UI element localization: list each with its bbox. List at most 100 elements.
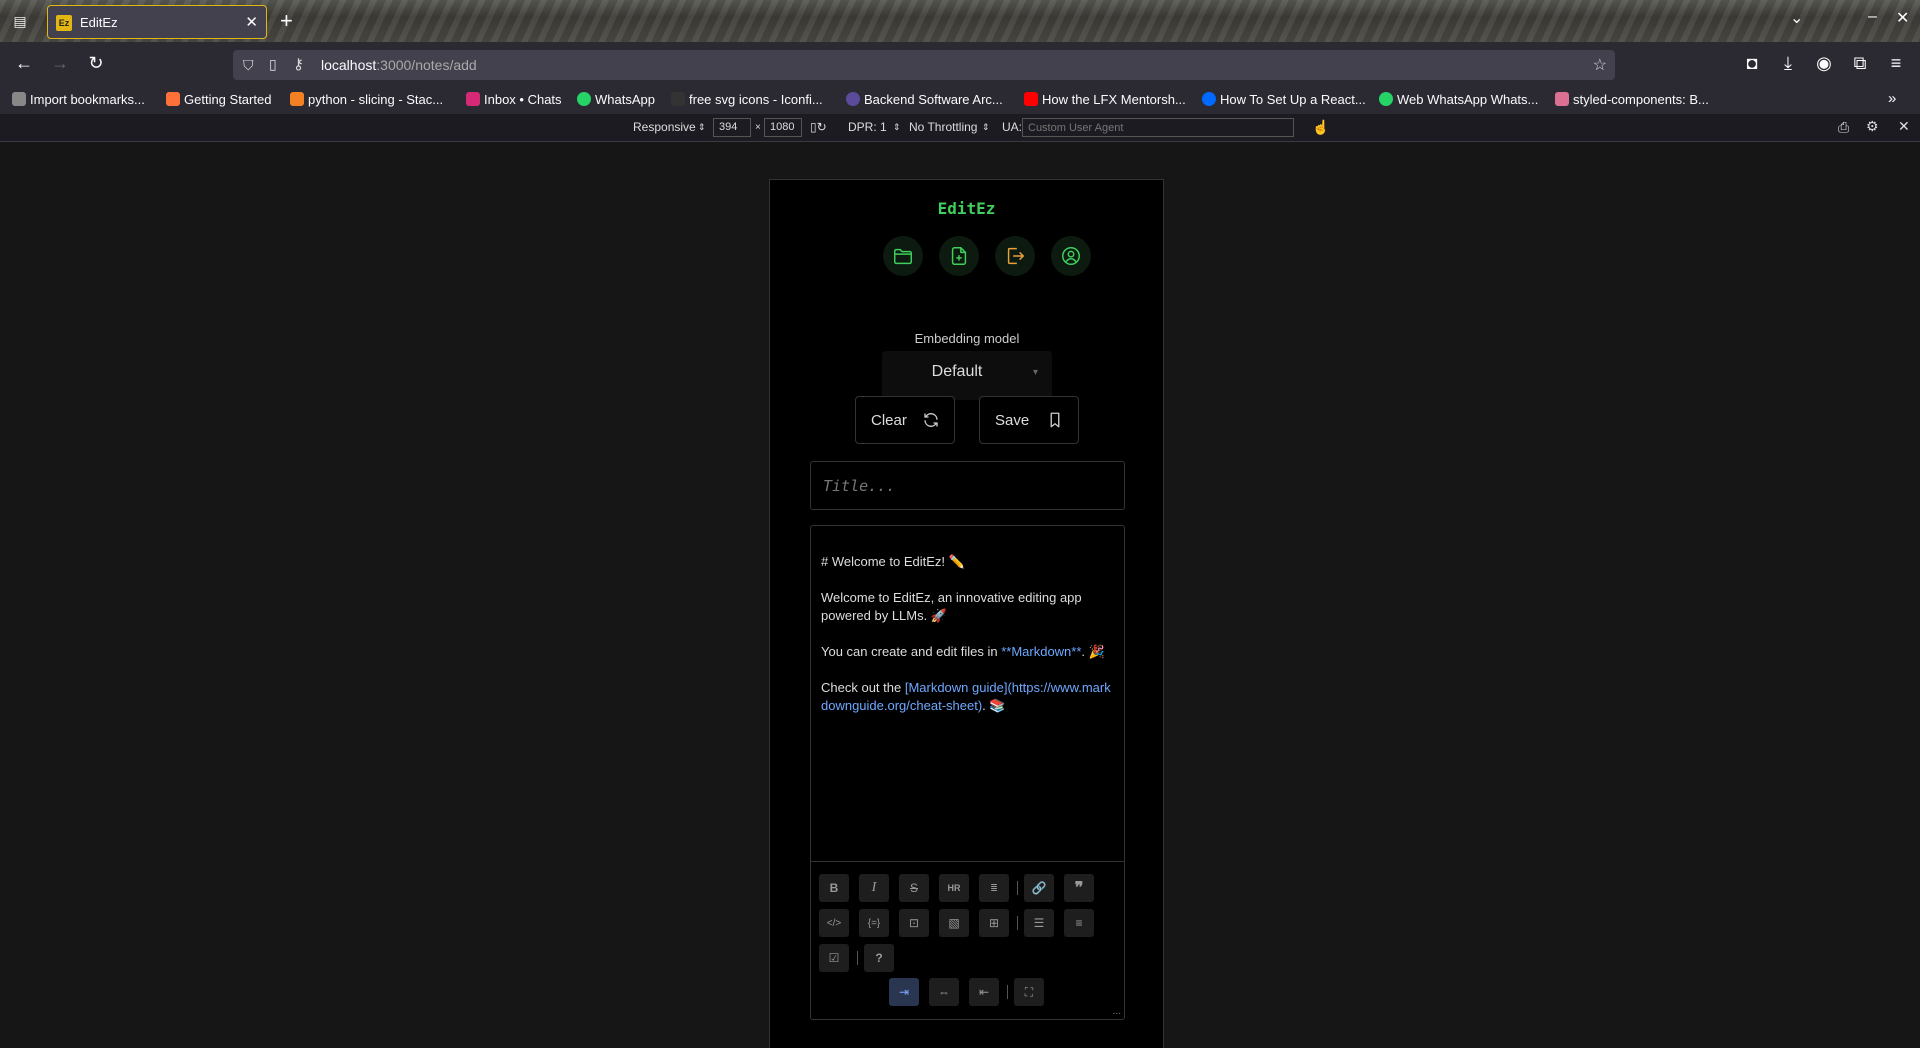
- toolbar-divider: [1017, 881, 1018, 895]
- bookmark-icon: [1046, 411, 1064, 434]
- ua-label: UA:: [1002, 120, 1023, 134]
- embedding-model-field: Embedding model Default ▾: [882, 331, 1052, 400]
- ordered-list-button[interactable]: ≡: [1064, 909, 1094, 937]
- link-button[interactable]: 🔗: [1024, 874, 1054, 902]
- note-title-input[interactable]: [810, 461, 1125, 510]
- italic-button[interactable]: I: [859, 874, 889, 902]
- table-button[interactable]: ⊞: [979, 909, 1009, 937]
- bookmark-item[interactable]: Getting Started: [166, 92, 271, 107]
- embedding-model-select[interactable]: Default ▾: [882, 351, 1052, 400]
- folder-icon: [894, 248, 912, 265]
- clear-button[interactable]: Clear: [855, 396, 955, 444]
- preview-only-view-button[interactable]: ⇤: [969, 978, 999, 1006]
- reload-icon[interactable]: ↻: [84, 53, 108, 74]
- bookmark-item[interactable]: How the LFX Mentorsh...: [1024, 92, 1186, 107]
- user-circle-icon: [1062, 247, 1080, 265]
- key-icon[interactable]: ⚷: [293, 55, 304, 73]
- refresh-icon: [922, 411, 940, 434]
- dpr-selector[interactable]: DPR: 1: [848, 120, 887, 134]
- markdown-editor[interactable]: # Welcome to EditEz! ✏️ Welcome to EditE…: [810, 525, 1125, 1020]
- embedding-model-value: Default: [931, 363, 983, 380]
- downloads-icon[interactable]: ⤓: [1776, 53, 1800, 74]
- title-button[interactable]: ≣: [979, 874, 1009, 902]
- forward-icon[interactable]: →: [48, 53, 72, 74]
- dpr-chevron-icon: ⇕: [893, 122, 901, 132]
- editez-app: EditEz Embedding model Default ▾ Clear S…: [769, 179, 1164, 1048]
- hr-button[interactable]: HR: [939, 874, 969, 902]
- url-text[interactable]: localhost:3000/notes/add: [321, 57, 477, 73]
- throttling-chevron-icon: ⇕: [982, 122, 990, 132]
- image-button[interactable]: ▧: [939, 909, 969, 937]
- close-rdm-icon[interactable]: ✕: [1898, 118, 1910, 135]
- viewport-width-input[interactable]: 394: [713, 118, 751, 137]
- viewport-height-input[interactable]: 1080: [764, 118, 802, 137]
- device-selector-chevron-icon[interactable]: ⇕: [698, 122, 706, 133]
- comment-button[interactable]: ⊡: [899, 909, 929, 937]
- minimize-icon[interactable]: –: [1868, 8, 1877, 26]
- embedding-model-label: Embedding model: [914, 331, 1020, 346]
- split-view-button[interactable]: ⇔: [929, 978, 959, 1006]
- screenshot-icon[interactable]: ⎙: [1838, 119, 1849, 136]
- extensions-icon[interactable]: ⧉: [1848, 53, 1872, 74]
- navigation-bar: ← → ↻ ⛉ ▯ ⚷ localhost:3000/notes/add ☆ ◘…: [0, 42, 1920, 88]
- tab-editez[interactable]: Ez EditEz ✕: [47, 5, 267, 39]
- new-tab-button[interactable]: +: [280, 8, 293, 34]
- fullscreen-button[interactable]: ⛶: [1014, 978, 1044, 1006]
- user-agent-input[interactable]: [1022, 118, 1294, 137]
- toolbar-divider: [1017, 916, 1018, 930]
- toolbar-divider: [1007, 985, 1008, 999]
- help-button[interactable]: ?: [864, 944, 894, 972]
- close-window-icon[interactable]: ✕: [1896, 8, 1909, 28]
- bookmark-item[interactable]: python - slicing - Stac...: [290, 92, 443, 107]
- back-icon[interactable]: ←: [12, 53, 36, 74]
- account-icon[interactable]: ◉: [1812, 53, 1836, 74]
- bookmark-item[interactable]: Inbox • Chats: [466, 92, 562, 107]
- throttling-selector[interactable]: No Throttling: [909, 120, 977, 134]
- save-button[interactable]: Save: [979, 396, 1079, 444]
- tab-list-icon[interactable]: ▤: [10, 11, 30, 31]
- checklist-button[interactable]: ☑: [819, 944, 849, 972]
- bookmark-item[interactable]: WhatsApp: [577, 92, 655, 107]
- code-block-button[interactable]: {=}: [859, 909, 889, 937]
- editor-line: You can create and edit files in **Markd…: [821, 644, 1105, 659]
- browser-chrome: ▤ Ez EditEz ✕ + ⌄ – ✕ ← → ↻ ⛉ ▯ ⚷ localh…: [0, 0, 1920, 116]
- profile-button[interactable]: [1051, 236, 1091, 276]
- bookmark-item[interactable]: Import bookmarks...: [12, 92, 145, 107]
- open-notes-button[interactable]: [883, 236, 923, 276]
- close-tab-icon[interactable]: ✕: [245, 13, 258, 31]
- rotate-icon[interactable]: ▯↻: [810, 120, 827, 134]
- device-selector[interactable]: Responsive: [633, 120, 696, 134]
- new-note-button[interactable]: [939, 236, 979, 276]
- unordered-list-button[interactable]: ☰: [1024, 909, 1054, 937]
- tab-bar: ▤ Ez EditEz ✕ + ⌄ – ✕: [0, 0, 1920, 42]
- bookmarks-toolbar: Import bookmarks... Getting Started pyth…: [0, 88, 1920, 114]
- list-all-tabs-icon[interactable]: ⌄: [1790, 8, 1803, 28]
- page-info-icon[interactable]: ▯: [269, 56, 277, 73]
- resize-handle[interactable]: ...: [1113, 1006, 1121, 1017]
- quote-button[interactable]: ❞: [1064, 874, 1094, 902]
- shield-icon[interactable]: ⛉: [243, 57, 254, 74]
- code-button[interactable]: </>: [819, 909, 849, 937]
- pocket-icon[interactable]: ◘: [1740, 53, 1764, 74]
- editor-content[interactable]: # Welcome to EditEz! ✏️ Welcome to EditE…: [821, 553, 1116, 733]
- bookmark-star-icon[interactable]: ☆: [1593, 55, 1607, 75]
- editor-line: Check out the [Markdown guide](https://w…: [821, 680, 1111, 713]
- bold-button[interactable]: B: [819, 874, 849, 902]
- more-bookmarks-icon[interactable]: »: [1888, 90, 1896, 107]
- editor-only-view-button[interactable]: ⇥: [889, 978, 919, 1006]
- bookmark-item[interactable]: free svg icons - Iconfi...: [671, 92, 823, 107]
- bookmark-item[interactable]: How To Set Up a React...: [1202, 92, 1366, 107]
- bookmark-item[interactable]: styled-components: B...: [1555, 92, 1709, 107]
- bookmark-item[interactable]: Backend Software Arc...: [846, 92, 1003, 107]
- touch-simulation-icon[interactable]: ☝: [1312, 119, 1329, 136]
- settings-icon[interactable]: ⚙: [1866, 118, 1879, 135]
- sign-out-button[interactable]: [995, 236, 1035, 276]
- editor-line: # Welcome to EditEz! ✏️: [821, 554, 965, 569]
- url-bar[interactable]: ⛉ ▯ ⚷ localhost:3000/notes/add ☆: [233, 50, 1615, 80]
- strikethrough-button[interactable]: S: [899, 874, 929, 902]
- menu-icon[interactable]: ≡: [1884, 53, 1908, 74]
- save-button-label: Save: [995, 412, 1030, 429]
- bookmark-item[interactable]: Web WhatsApp Whats...: [1379, 92, 1538, 107]
- sign-out-icon: [1007, 247, 1024, 265]
- file-add-icon: [951, 247, 967, 265]
